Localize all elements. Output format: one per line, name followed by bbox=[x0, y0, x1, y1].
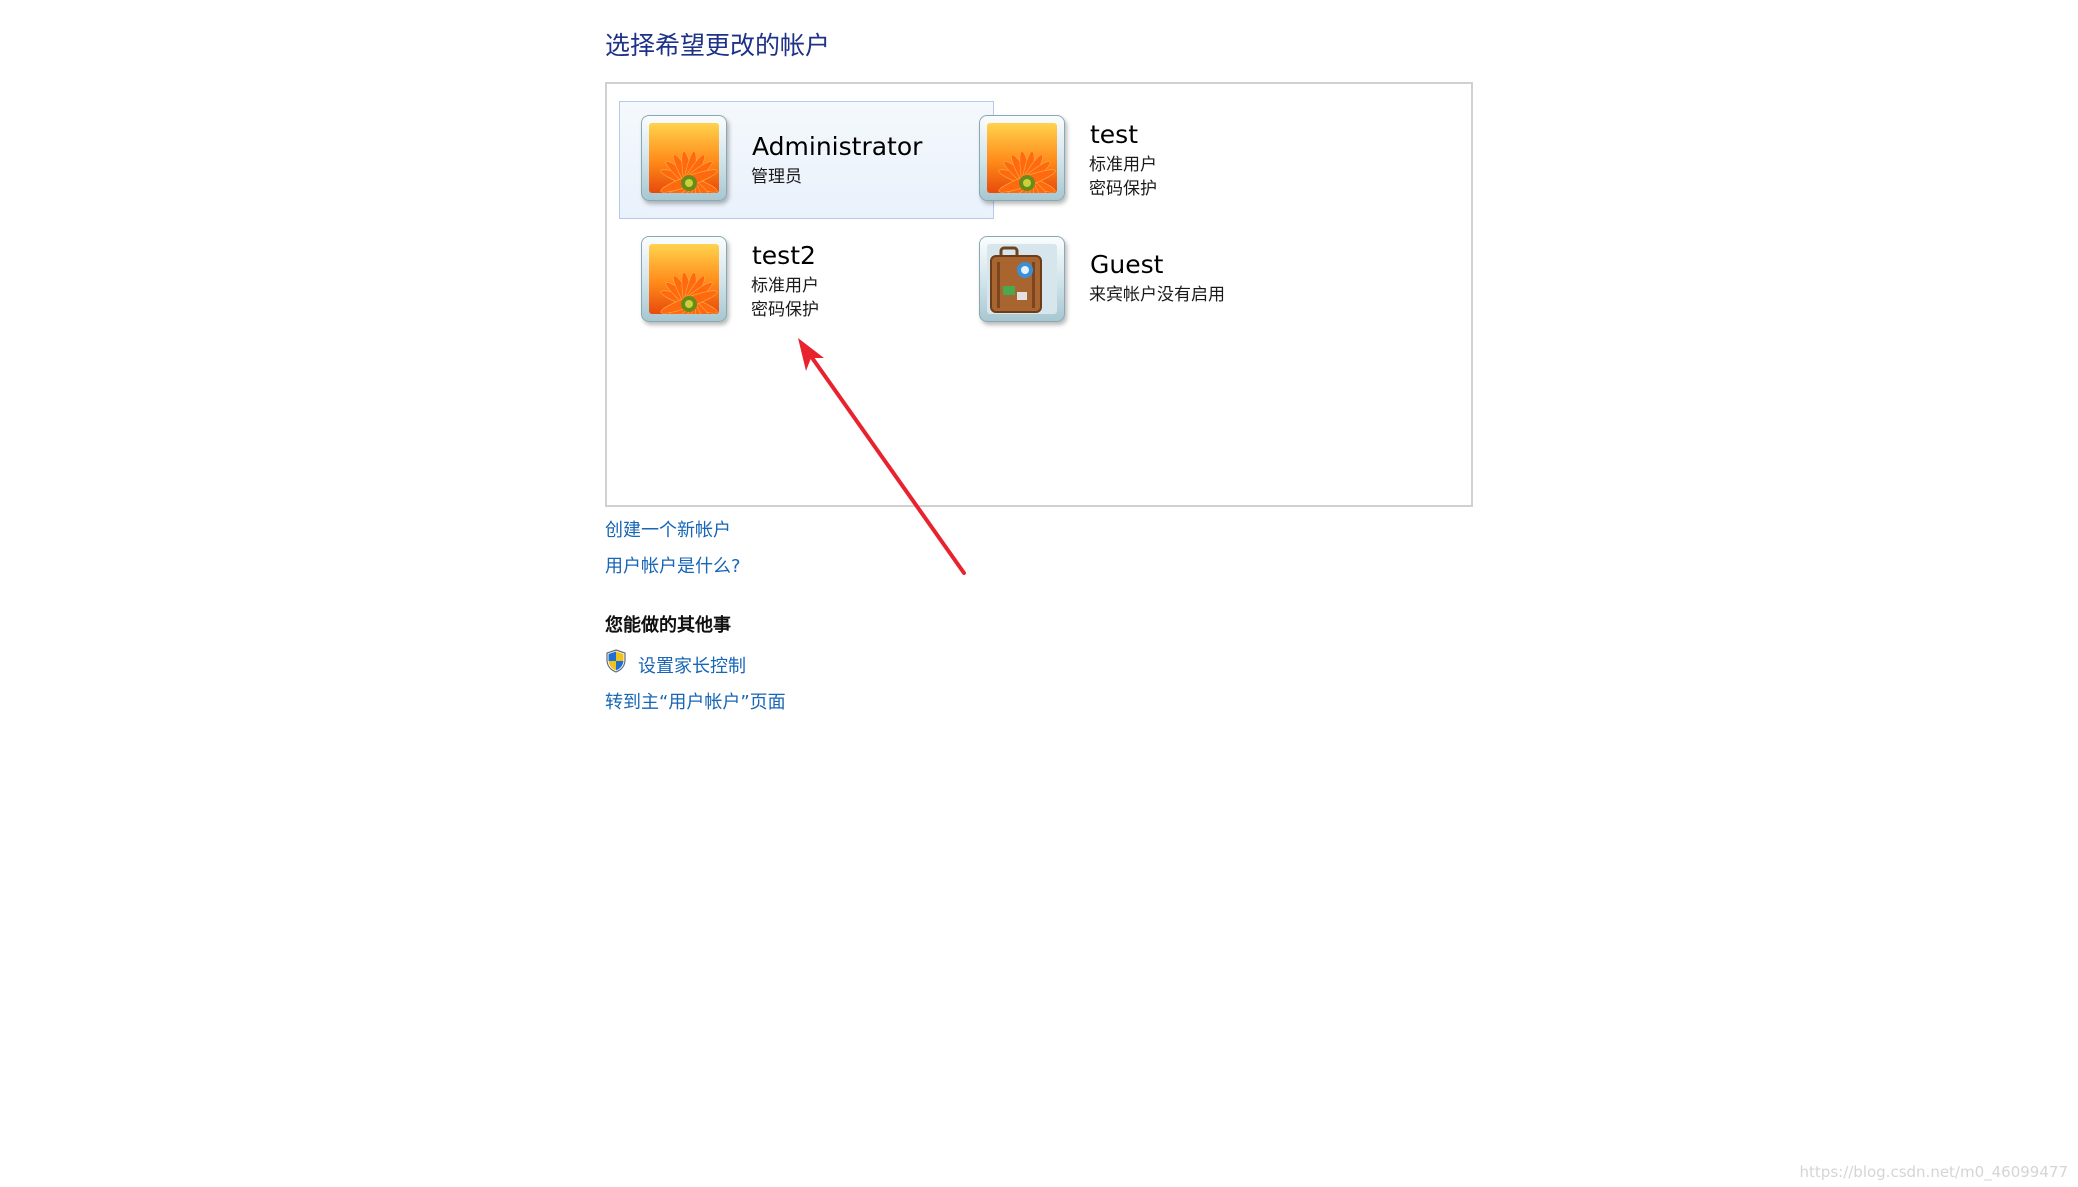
account-tile-administrator[interactable]: Administrator 管理员 bbox=[619, 101, 994, 219]
account-picture bbox=[641, 115, 727, 201]
account-name: test bbox=[1090, 120, 1139, 149]
account-tile-test[interactable]: test 标准用户 密码保护 bbox=[957, 101, 1332, 219]
account-picture bbox=[641, 236, 727, 322]
watermark: https://blog.csdn.net/m0_46099477 bbox=[1799, 1163, 2068, 1181]
account-type: 标准用户 bbox=[1089, 155, 1157, 175]
account-name: Administrator bbox=[752, 132, 923, 161]
account-tile-test2[interactable]: test2 标准用户 密码保护 bbox=[619, 222, 994, 340]
manage-accounts-page: 选择希望更改的帐户 Administrator 管理员 test 标准用户 密码… bbox=[0, 0, 2078, 1187]
flower-icon bbox=[649, 123, 719, 193]
what-is-account-link[interactable]: 用户帐户是什么? bbox=[605, 552, 741, 578]
account-type: 标准用户 bbox=[751, 276, 819, 296]
account-name: test2 bbox=[752, 241, 816, 270]
account-status: 来宾帐户没有启用 bbox=[1089, 285, 1225, 305]
accounts-panel: Administrator 管理员 test 标准用户 密码保护 test2 标… bbox=[605, 82, 1473, 507]
account-tile-guest[interactable]: Guest 来宾帐户没有启用 bbox=[957, 222, 1332, 340]
account-picture bbox=[979, 236, 1065, 322]
flower-icon bbox=[649, 244, 719, 314]
account-type: 管理员 bbox=[751, 167, 802, 187]
account-picture bbox=[979, 115, 1065, 201]
goto-main-user-accounts-link[interactable]: 转到主“用户帐户”页面 bbox=[605, 688, 786, 714]
account-name: Guest bbox=[1090, 250, 1164, 279]
parental-controls-link[interactable]: 设置家长控制 bbox=[638, 652, 746, 678]
other-tasks-heading: 您能做的其他事 bbox=[605, 615, 731, 636]
create-account-link[interactable]: 创建一个新帐户 bbox=[605, 516, 731, 542]
account-password-status: 密码保护 bbox=[1089, 179, 1157, 199]
shield-icon bbox=[606, 649, 626, 673]
page-title: 选择希望更改的帐户 bbox=[605, 31, 831, 60]
flower-icon bbox=[987, 123, 1057, 193]
suitcase-icon bbox=[987, 244, 1057, 314]
account-password-status: 密码保护 bbox=[751, 300, 819, 320]
